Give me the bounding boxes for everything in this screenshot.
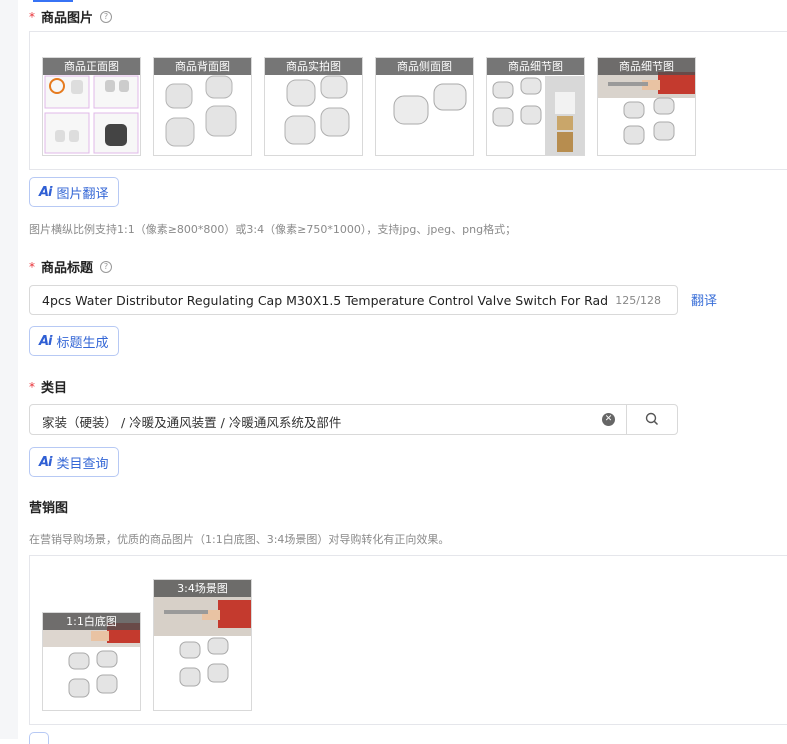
thumbnail-caption: 3:4场景图 <box>154 580 251 597</box>
thumbnail-caption: 商品细节图 <box>487 58 584 75</box>
image-translate-label: 图片翻译 <box>56 186 109 202</box>
thumbnail-caption: 商品侧面图 <box>376 58 473 75</box>
marketing-thumbnail-portrait[interactable]: 3:4场景图 <box>153 579 252 711</box>
scene-image <box>154 580 251 687</box>
search-icon <box>645 412 659 426</box>
product-thumbnail-detail[interactable]: 商品细节图 <box>486 57 585 156</box>
title-generate-button[interactable]: Ai 标题生成 <box>29 326 119 356</box>
product-title-heading: 商品标题 <box>41 261 94 276</box>
product-title-value[interactable]: 4pcs Water Distributor Regulating Cap M3… <box>42 293 608 308</box>
partial-button[interactable] <box>29 732 49 744</box>
ai-icon: Ai <box>39 454 52 470</box>
category-query-label: 类目查询 <box>56 456 109 472</box>
product-images-label: * 商品图片 ? <box>29 7 113 26</box>
marketing-images-panel: 1:1白底图 3:4场景图 <box>29 555 787 725</box>
clear-icon[interactable]: ✕ <box>602 413 615 426</box>
left-gutter <box>0 0 18 739</box>
product-thumbnail-side[interactable]: 商品侧面图 <box>375 57 474 156</box>
ai-icon: Ai <box>39 184 52 200</box>
title-translate-link[interactable]: 翻译 <box>691 290 717 309</box>
product-images-title: 商品图片 <box>41 11 94 26</box>
product-thumbnail-back[interactable]: 商品背面图 <box>153 57 252 156</box>
required-mark: * <box>29 259 35 274</box>
image-translate-button[interactable]: Ai 图片翻译 <box>29 177 119 207</box>
category-value[interactable]: 家装（硬装） / 冷暖及通风装置 / 冷暖通风系统及部件 <box>42 412 341 431</box>
thumbnail-caption: 1:1白底图 <box>43 613 140 630</box>
thumbnail-caption: 商品细节图 <box>598 58 695 75</box>
thumbnail-caption: 商品背面图 <box>154 58 251 75</box>
product-title-input[interactable]: 4pcs Water Distributor Regulating Cap M3… <box>29 285 678 315</box>
required-mark: * <box>29 379 35 394</box>
category-heading: 类目 <box>41 381 68 396</box>
product-title-label: * 商品标题 ? <box>29 257 113 276</box>
marketing-hint: 在营销导购场景，优质的商品图片（1:1白底图、3:4场景图）对导购转化有正向效果… <box>29 533 450 546</box>
thumbnail-caption: 商品实拍图 <box>265 58 362 75</box>
ai-icon: Ai <box>39 333 52 349</box>
required-mark: * <box>29 9 35 24</box>
image-format-hint: 图片横纵比例支持1:1（像素≥800*800）或3:4（像素≥750*1000）… <box>29 223 517 236</box>
thumbnail-caption: 商品正面图 <box>43 58 140 75</box>
category-search-button[interactable] <box>626 405 679 434</box>
category-query-button[interactable]: Ai 类目查询 <box>29 447 119 477</box>
title-char-count: 125/128 <box>615 294 661 307</box>
question-circle-icon[interactable]: ? <box>100 260 113 273</box>
title-generate-label: 标题生成 <box>56 335 109 351</box>
marketing-heading: 营销图 <box>29 501 69 516</box>
product-images-panel: 商品正面图 商品背面图 商品实拍图 商品侧面图 商品细节图 商品细节图 <box>29 31 787 170</box>
active-tab-indicator <box>33 0 73 2</box>
product-thumbnail-real[interactable]: 商品实拍图 <box>264 57 363 156</box>
question-circle-icon[interactable]: ? <box>100 10 113 23</box>
product-thumbnail-front[interactable]: 商品正面图 <box>42 57 141 156</box>
category-input[interactable]: 家装（硬装） / 冷暖及通风装置 / 冷暖通风系统及部件 ✕ <box>29 404 678 435</box>
category-label: * 类目 <box>29 377 68 397</box>
product-thumbnail-detail-2[interactable]: 商品细节图 <box>597 57 696 156</box>
marketing-label: 营销图 <box>29 497 68 516</box>
marketing-thumbnail-square[interactable]: 1:1白底图 <box>42 612 141 711</box>
